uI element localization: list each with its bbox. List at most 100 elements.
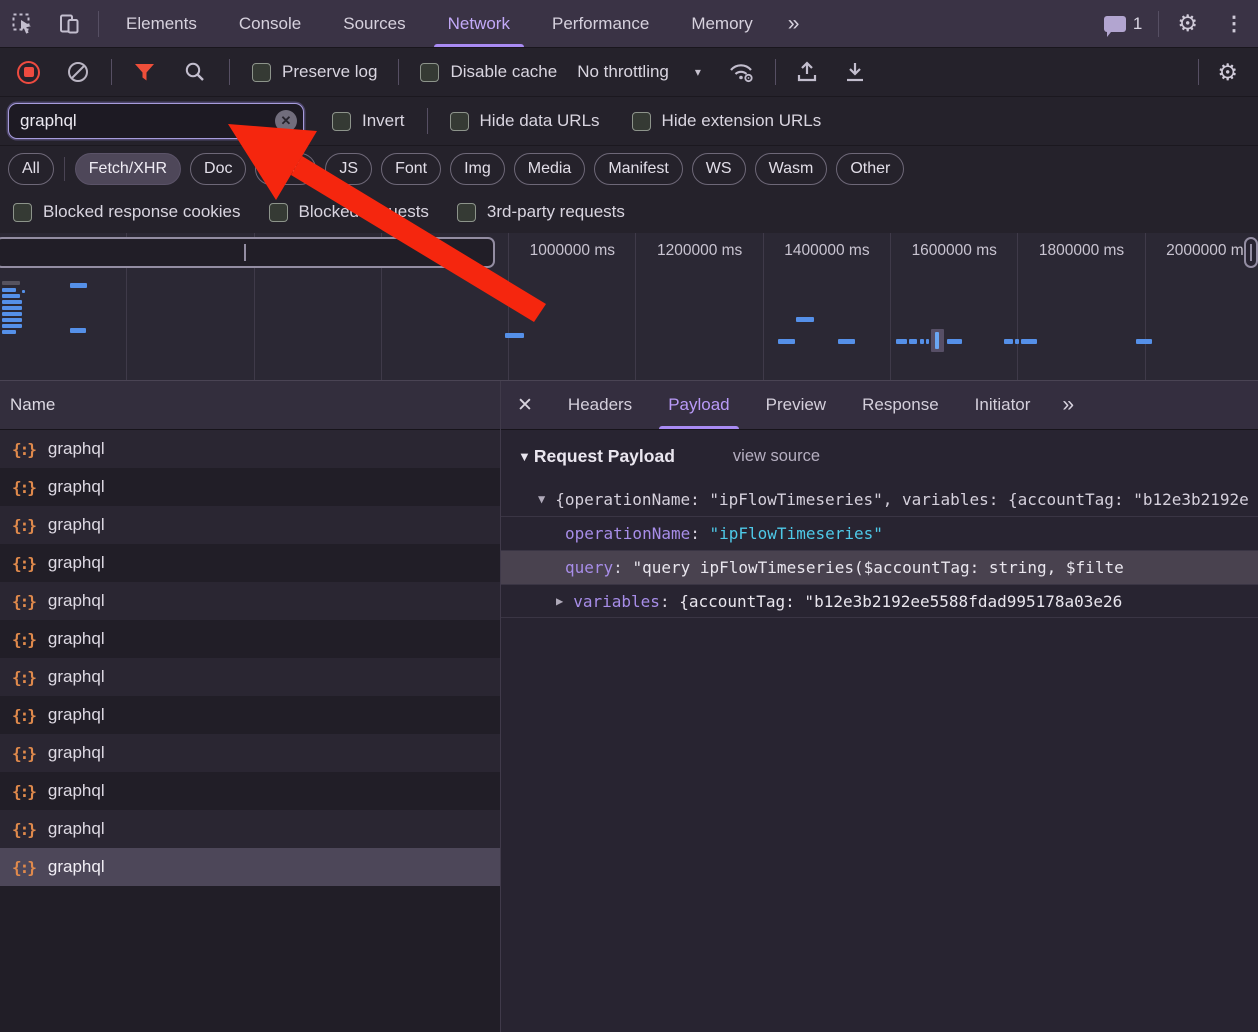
tab-label: Response (862, 395, 939, 415)
block-icon (66, 60, 90, 84)
tab-payload[interactable]: Payload (650, 381, 747, 429)
chip-css[interactable]: CSS (255, 153, 316, 185)
payload-row-query-selected[interactable]: query: "query ipFlowTimeseries($accountT… (501, 550, 1258, 584)
request-row[interactable]: {:}graphql (0, 658, 500, 696)
tab-network[interactable]: Network (427, 0, 531, 47)
network-overview-timeline[interactable]: 200000 ms 400000 ms 600000 ms 800000 ms … (0, 233, 1258, 381)
chip-js[interactable]: JS (325, 153, 372, 185)
request-name: graphql (48, 781, 105, 801)
tab-console[interactable]: Console (218, 0, 322, 47)
blocked-response-cookies-toggle[interactable]: Blocked response cookies (13, 202, 241, 222)
blocked-response-cookies-label: Blocked response cookies (43, 202, 241, 222)
tab-headers[interactable]: Headers (550, 381, 650, 429)
close-details-button[interactable]: ✕ (501, 394, 550, 417)
third-party-requests-toggle[interactable]: 3rd-party requests (457, 202, 625, 222)
filter-toggle-button[interactable] (133, 61, 156, 83)
json-icon: {:} (12, 744, 35, 763)
waterfall-bar (920, 339, 924, 344)
request-row[interactable]: {:}graphql (0, 468, 500, 506)
chip-other[interactable]: Other (836, 153, 904, 185)
waterfall-bar (926, 339, 929, 344)
payload-separator: : (690, 524, 709, 543)
search-icon (183, 60, 207, 84)
tab-initiator[interactable]: Initiator (957, 381, 1049, 429)
payload-root-node[interactable]: ▼ {operationName: "ipFlowTimeseries", va… (501, 482, 1258, 516)
chip-all[interactable]: All (8, 153, 54, 185)
hide-extension-urls-toggle[interactable]: Hide extension URLs (632, 111, 822, 131)
export-har-button[interactable] (842, 59, 868, 85)
chip-label: Other (850, 160, 890, 178)
triangle-down-icon: ▼ (538, 492, 545, 506)
chip-font[interactable]: Font (381, 153, 441, 185)
chip-img[interactable]: Img (450, 153, 505, 185)
name-column-header[interactable]: Name (0, 381, 500, 430)
preserve-log-toggle[interactable]: Preserve log (252, 62, 377, 82)
request-row[interactable]: {:}graphql (0, 544, 500, 582)
payload-row-operation-name[interactable]: operationName: "ipFlowTimeseries" (501, 516, 1258, 550)
blocked-requests-toggle[interactable]: Blocked requests (269, 202, 429, 222)
hide-data-urls-toggle[interactable]: Hide data URLs (450, 111, 600, 131)
tab-elements[interactable]: Elements (105, 0, 218, 47)
divider (111, 59, 112, 85)
chip-ws[interactable]: WS (692, 153, 746, 185)
waterfall-bar (2, 306, 22, 310)
tab-label: Payload (668, 395, 729, 415)
request-row[interactable]: {:}graphql (0, 734, 500, 772)
record-button[interactable] (17, 61, 40, 84)
tab-memory[interactable]: Memory (670, 0, 773, 47)
request-name: graphql (48, 705, 105, 725)
settings-button[interactable]: ⚙ (1165, 10, 1210, 37)
issues-button[interactable]: 1 (1094, 14, 1152, 34)
request-row[interactable]: {:}graphql (0, 430, 500, 468)
throttling-select[interactable]: No throttling ▾ (577, 62, 701, 82)
inspect-element-button[interactable] (0, 0, 46, 47)
disable-cache-toggle[interactable]: Disable cache (420, 62, 557, 82)
device-toolbar-button[interactable] (46, 0, 92, 47)
payload-string-value: "ipFlowTimeseries" (710, 524, 883, 543)
chip-media[interactable]: Media (514, 153, 586, 185)
funnel-icon (133, 61, 156, 83)
clear-log-button[interactable] (66, 60, 90, 84)
chip-doc[interactable]: Doc (190, 153, 246, 185)
tab-preview[interactable]: Preview (748, 381, 844, 429)
chip-label: Doc (204, 160, 232, 178)
tab-sources[interactable]: Sources (322, 0, 426, 47)
payload-key: query (565, 558, 613, 577)
more-tabs-button[interactable]: » (774, 12, 812, 36)
throttling-value: No throttling (577, 62, 669, 82)
main-menu-button[interactable]: ⋮ (1210, 11, 1258, 36)
overview-left-handle[interactable] (0, 237, 495, 268)
payload-row-variables[interactable]: ▶variables: {accountTag: "b12e3b2192ee55… (501, 584, 1258, 618)
more-detail-tabs-button[interactable]: » (1048, 393, 1086, 417)
clear-filter-button[interactable]: ✕ (275, 110, 297, 132)
request-row[interactable]: {:}graphql (0, 772, 500, 810)
advanced-filter-row: Blocked response cookies Blocked request… (0, 191, 1258, 233)
network-settings-button[interactable]: ⚙ (1205, 59, 1250, 86)
checkbox-icon (252, 63, 271, 82)
tab-performance[interactable]: Performance (531, 0, 670, 47)
invert-toggle[interactable]: Invert (332, 111, 405, 131)
issues-bubble-icon (1104, 16, 1126, 32)
chip-wasm[interactable]: Wasm (755, 153, 828, 185)
request-row[interactable]: {:}graphql (0, 696, 500, 734)
import-har-button[interactable] (794, 59, 820, 85)
view-source-link[interactable]: view source (733, 447, 820, 466)
record-stop-icon (24, 67, 34, 77)
request-row[interactable]: {:}graphql (0, 620, 500, 658)
request-payload-section-header[interactable]: ▼ Request Payload view source (501, 430, 1258, 482)
tab-label: Elements (126, 14, 197, 34)
request-name: graphql (48, 667, 105, 687)
waterfall-bar (838, 339, 855, 344)
chip-manifest[interactable]: Manifest (594, 153, 682, 185)
overview-right-handle[interactable] (1244, 237, 1258, 268)
tab-response[interactable]: Response (844, 381, 957, 429)
request-row-selected[interactable]: {:}graphql (0, 848, 500, 886)
request-row[interactable]: {:}graphql (0, 506, 500, 544)
request-row[interactable]: {:}graphql (0, 582, 500, 620)
search-button[interactable] (183, 60, 207, 84)
chip-fetch-xhr[interactable]: Fetch/XHR (75, 153, 181, 185)
request-row[interactable]: {:}graphql (0, 810, 500, 848)
payload-view: ▼ Request Payload view source ▼ {operati… (501, 430, 1258, 618)
filter-input[interactable] (8, 103, 304, 139)
network-conditions-button[interactable] (727, 60, 757, 84)
